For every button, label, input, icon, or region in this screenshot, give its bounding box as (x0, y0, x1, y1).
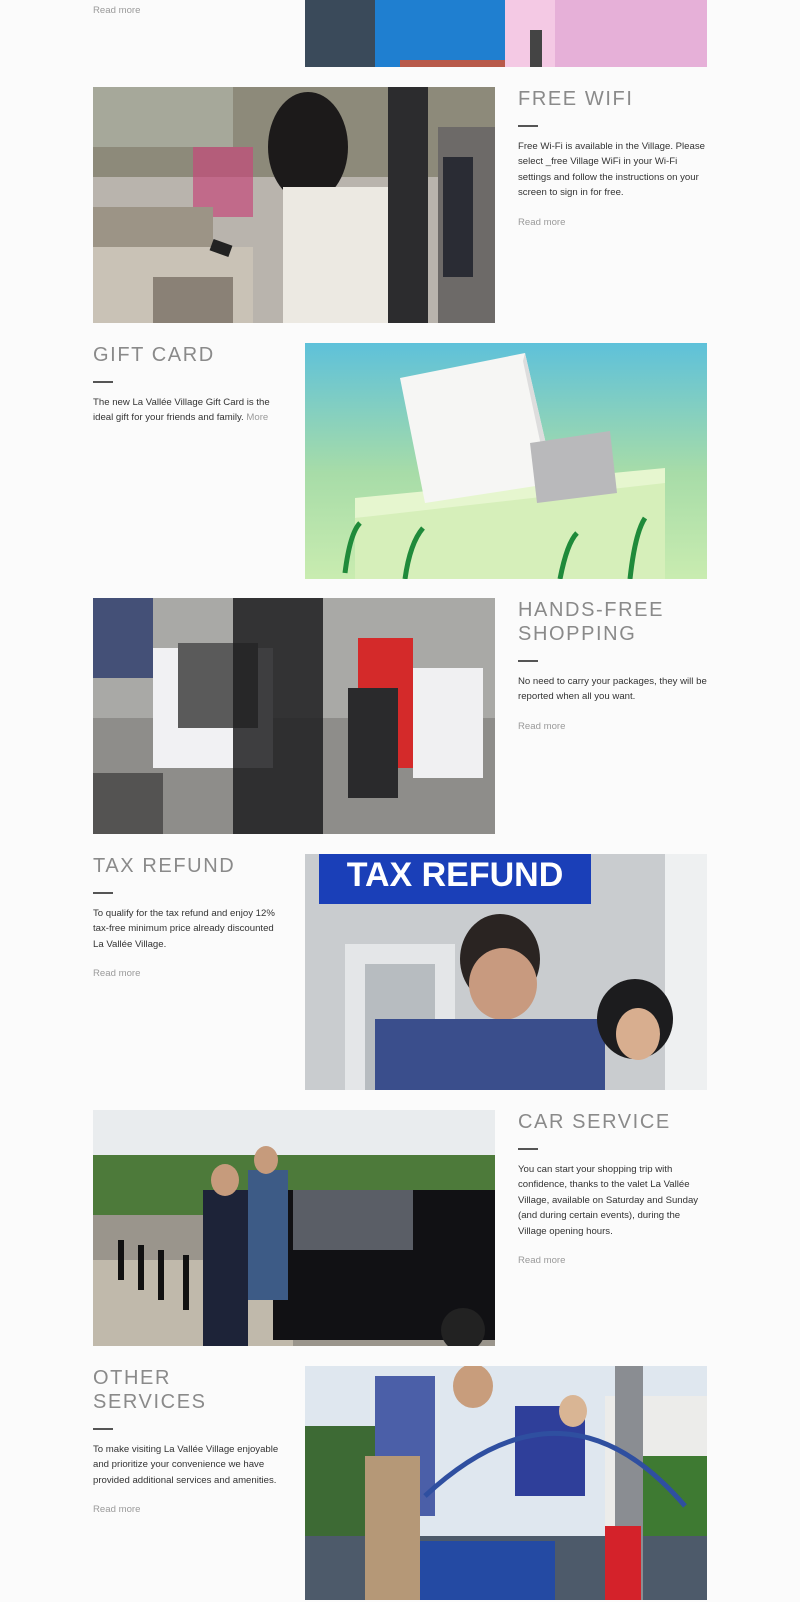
section-title: GIFT CARD (93, 344, 215, 366)
service-section-top: Read more (93, 0, 707, 67)
read-more-link[interactable]: Read more (518, 721, 565, 732)
service-section-other-services: OTHER SERVICES To make visiting La Vallé… (93, 1366, 707, 1602)
title-underline (518, 660, 538, 662)
section-text: OTHER SERVICES To make visiting La Vallé… (93, 1366, 283, 1517)
tax-refund-photo: TAX REFUND (305, 854, 707, 1090)
section-description: Free Wi-Fi is available in the Village. … (518, 141, 705, 199)
tax-refund-sign: TAX REFUND (347, 856, 564, 894)
section-description: No need to carry your packages, they wil… (518, 676, 707, 703)
service-section-free-wifi: FREE WIFI Free Wi-Fi is available in the… (93, 87, 707, 323)
other-services-photo (305, 1366, 707, 1600)
section-description: The new La Vallée Village Gift Card is t… (93, 397, 270, 424)
service-section-hands-free: HANDS-FREE SHOPPING No need to carry you… (93, 598, 707, 834)
read-more-link[interactable]: Read more (518, 1255, 565, 1266)
title-underline (93, 381, 113, 383)
section-title: CAR SERVICE (518, 1111, 671, 1133)
car-service-photo (93, 1110, 495, 1346)
section-text: HANDS-FREE SHOPPING No need to carry you… (518, 598, 708, 734)
more-link[interactable]: More (246, 412, 268, 423)
section-title: TAX REFUND (93, 855, 236, 877)
section-description: You can start your shopping trip with co… (518, 1164, 699, 1237)
title-underline (93, 892, 113, 894)
section-title: FREE WIFI (518, 88, 634, 110)
service-section-tax-refund: TAX REFUND To qualify for the tax refund… (93, 854, 707, 1090)
title-underline (93, 1428, 113, 1430)
service-section-car-service: CAR SERVICE You can start your shopping … (93, 1110, 707, 1346)
section-text: TAX REFUND To qualify for the tax refund… (93, 854, 283, 981)
section-text: Read more (93, 0, 283, 18)
read-more-link[interactable]: Read more (93, 1504, 140, 1515)
section-title: OTHER SERVICES (93, 1367, 207, 1413)
section-text: GIFT CARD The new La Vallée Village Gift… (93, 343, 283, 426)
read-more-link[interactable]: Read more (518, 217, 565, 228)
title-underline (518, 125, 538, 127)
section-text: FREE WIFI Free Wi-Fi is available in the… (518, 87, 708, 230)
shopping-photo (305, 0, 707, 67)
section-text: CAR SERVICE You can start your shopping … (518, 1110, 708, 1268)
service-section-gift-card: GIFT CARD The new La Vallée Village Gift… (93, 343, 707, 579)
read-more-link[interactable]: Read more (93, 5, 140, 16)
section-description: To make visiting La Vallée Village enjoy… (93, 1444, 279, 1486)
title-underline (518, 1148, 538, 1150)
section-description: To qualify for the tax refund and enjoy … (93, 908, 275, 950)
hands-free-photo (93, 598, 495, 834)
section-title: HANDS-FREE SHOPPING (518, 599, 665, 645)
wifi-photo (93, 87, 495, 323)
read-more-link[interactable]: Read more (93, 968, 140, 979)
gift-card-photo (305, 343, 707, 579)
